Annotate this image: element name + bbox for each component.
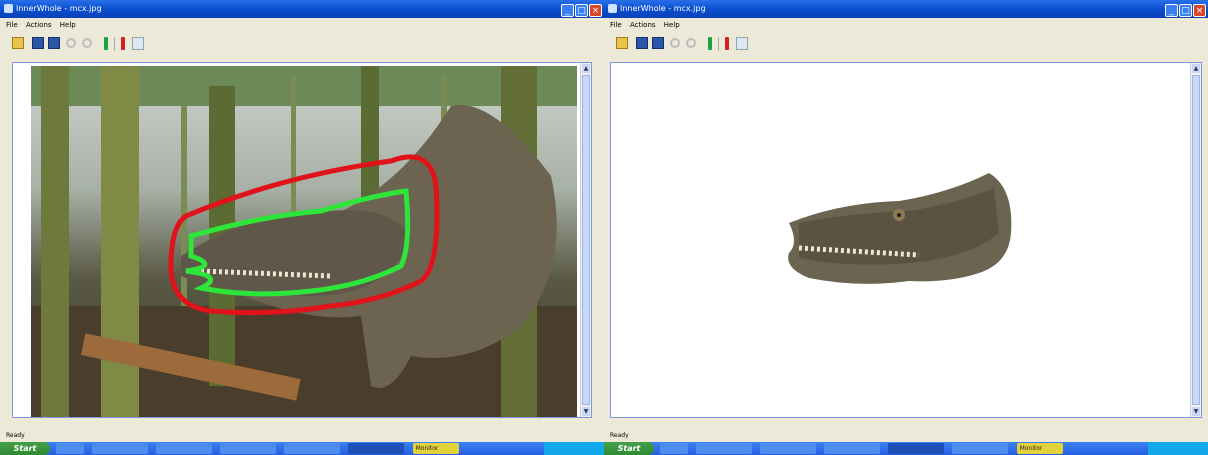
menu-bar: File Actions Help <box>604 18 1208 32</box>
minimize-button[interactable]: _ <box>561 4 574 17</box>
taskbar-button[interactable] <box>284 443 341 454</box>
menu-bar: File Actions Help <box>0 18 604 32</box>
vertical-scrollbar[interactable]: ▲ ▼ <box>1190 63 1201 417</box>
taskbar-button[interactable] <box>888 443 945 454</box>
status-bar: Ready <box>0 431 604 441</box>
scroll-thumb[interactable] <box>582 75 590 405</box>
minimize-button[interactable]: _ <box>1165 4 1178 17</box>
zoom-in-icon[interactable] <box>670 38 680 48</box>
foreground-marker-icon[interactable] <box>708 37 712 50</box>
taskbar-button[interactable] <box>824 443 881 454</box>
start-button[interactable]: Start <box>604 442 654 455</box>
taskbar-button[interactable] <box>660 443 688 454</box>
title-bar[interactable]: InnerWhole - mcx.jpg _ □ × <box>604 0 1208 18</box>
taskbar-button-monitor[interactable]: Monitor <box>412 443 459 454</box>
scroll-down-arrow[interactable]: ▼ <box>1192 407 1200 416</box>
scroll-thumb[interactable] <box>1192 75 1200 405</box>
app-icon <box>4 4 13 13</box>
taskbar-button[interactable] <box>92 443 149 454</box>
eraser-icon[interactable] <box>736 37 748 50</box>
status-text: Ready <box>610 432 629 439</box>
scroll-down-arrow[interactable]: ▼ <box>582 407 590 416</box>
eraser-icon[interactable] <box>132 37 144 50</box>
background-marker-icon[interactable] <box>725 37 729 50</box>
window-title: InnerWhole - mcx.jpg <box>16 4 102 13</box>
right-window: InnerWhole - mcx.jpg _ □ × File Actions He… <box>604 0 1208 455</box>
image-canvas[interactable]: ▲ ▼ <box>12 62 592 418</box>
zoom-out-icon[interactable] <box>82 38 92 48</box>
menu-file[interactable]: File <box>610 21 622 29</box>
taskbar-button[interactable] <box>220 443 277 454</box>
menu-file[interactable]: File <box>6 21 18 29</box>
foreground-marker-icon[interactable] <box>104 37 108 50</box>
taskbar-buttons: Monitor <box>660 443 1066 454</box>
app-icon <box>608 4 617 13</box>
title-bar[interactable]: InnerWhole - mcx.jpg _ □ × <box>0 0 604 18</box>
taskbar-button[interactable] <box>56 443 84 454</box>
taskbar-buttons: Monitor <box>56 443 462 454</box>
save-icon[interactable] <box>32 37 44 49</box>
taskbar-button[interactable] <box>348 443 405 454</box>
taskbar-button[interactable] <box>156 443 213 454</box>
taskbar-button-monitor[interactable]: Monitor <box>1016 443 1063 454</box>
zoom-out-icon[interactable] <box>686 38 696 48</box>
menu-help[interactable]: Help <box>60 21 76 29</box>
taskbar: Start Monitor <box>604 442 1208 455</box>
system-tray <box>544 442 604 455</box>
open-icon[interactable] <box>12 37 24 49</box>
toolbar <box>604 32 1208 54</box>
taskbar: Start Monitor <box>0 442 604 455</box>
left-window: InnerWhole - mcx.jpg _ □ × File Actions He… <box>0 0 604 455</box>
maximize-button[interactable]: □ <box>575 4 588 17</box>
save-as-icon[interactable] <box>48 37 60 49</box>
status-text: Ready <box>6 432 25 439</box>
status-bar: Ready <box>604 431 1208 441</box>
dinosaur-photo <box>31 66 577 417</box>
save-as-icon[interactable] <box>652 37 664 49</box>
toolbar-separator <box>114 37 115 51</box>
menu-help[interactable]: Help <box>664 21 680 29</box>
extracted-dinosaur-head <box>788 173 1012 284</box>
close-button[interactable]: × <box>1193 4 1206 17</box>
save-icon[interactable] <box>636 37 648 49</box>
scroll-up-arrow[interactable]: ▲ <box>1192 64 1200 73</box>
vertical-scrollbar[interactable]: ▲ ▼ <box>580 63 591 417</box>
toolbar-separator <box>718 37 719 51</box>
zoom-in-icon[interactable] <box>66 38 76 48</box>
scroll-up-arrow[interactable]: ▲ <box>582 64 590 73</box>
window-title: InnerWhole - mcx.jpg <box>620 4 706 13</box>
maximize-button[interactable]: □ <box>1179 4 1192 17</box>
open-icon[interactable] <box>616 37 628 49</box>
close-button[interactable]: × <box>589 4 602 17</box>
menu-actions[interactable]: Actions <box>26 21 52 29</box>
result-canvas[interactable]: ▲ ▼ <box>610 62 1202 418</box>
background-marker-icon[interactable] <box>121 37 125 50</box>
toolbar <box>0 32 604 54</box>
taskbar-button[interactable] <box>760 443 817 454</box>
system-tray <box>1148 442 1208 455</box>
taskbar-button[interactable] <box>696 443 753 454</box>
menu-actions[interactable]: Actions <box>630 21 656 29</box>
taskbar-button[interactable] <box>952 443 1009 454</box>
start-button[interactable]: Start <box>0 442 50 455</box>
